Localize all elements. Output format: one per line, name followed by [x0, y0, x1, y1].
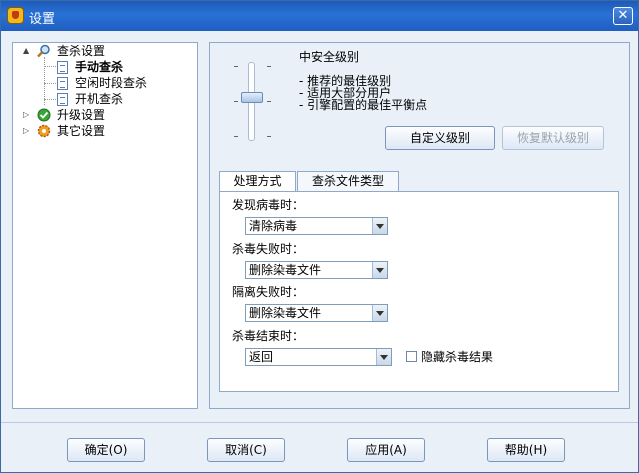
security-level-thumb[interactable]	[241, 92, 263, 103]
found-virus-select[interactable]: 清除病毒	[245, 217, 388, 235]
green-check-icon	[37, 108, 51, 122]
slider-tick	[234, 66, 238, 67]
select-value: 删除染毒文件	[249, 263, 322, 277]
apply-button[interactable]: 应用(A)	[347, 438, 425, 462]
quarantine-fail-select[interactable]: 删除染毒文件	[245, 304, 388, 322]
collapse-icon[interactable]: ▲	[23, 46, 31, 56]
tree-line	[44, 66, 56, 67]
magnifier-icon	[37, 44, 50, 58]
close-button[interactable]: ✕	[613, 7, 633, 25]
select-value: 返回	[249, 350, 274, 364]
custom-level-button[interactable]: 自定义级别	[385, 126, 495, 150]
kill-fail-select[interactable]: 删除染毒文件	[245, 261, 388, 279]
title-bar[interactable]: 设置 ✕	[1, 1, 638, 31]
slider-tick	[234, 136, 238, 137]
hide-result-label: 隐藏杀毒结果	[421, 350, 494, 364]
tab-handling[interactable]: 处理方式	[219, 171, 296, 192]
hide-result-checkbox[interactable]	[406, 351, 417, 362]
kill-fail-label: 杀毒失败时：	[232, 242, 305, 256]
dropdown-arrow-icon[interactable]	[372, 262, 387, 278]
tree-item-label: 开机查杀	[75, 92, 124, 106]
gear-icon	[37, 124, 51, 138]
tree-item-label: 手动查杀	[75, 60, 124, 74]
window-title: 设置	[29, 12, 56, 27]
select-value: 删除染毒文件	[249, 306, 322, 320]
tree-item-label: 查杀设置	[57, 44, 106, 58]
tree-line	[44, 57, 45, 105]
dropdown-arrow-icon[interactable]	[372, 218, 387, 234]
help-button[interactable]: 帮助(H)	[487, 438, 565, 462]
app-shield-icon	[7, 7, 24, 24]
tree-item-label: 其它设置	[57, 124, 106, 138]
restore-default-level-button[interactable]: 恢复默认级别	[502, 126, 604, 150]
scan-end-label: 杀毒结束时：	[232, 329, 305, 343]
found-virus-label: 发现病毒时：	[232, 198, 305, 212]
quarantine-fail-label: 隔离失败时：	[232, 285, 305, 299]
expand-icon[interactable]: ▷	[23, 126, 31, 136]
tree-line	[44, 99, 56, 100]
document-icon	[57, 61, 68, 74]
tree-item-label: 空闲时段查杀	[75, 76, 148, 90]
ok-button[interactable]: 确定(O)	[67, 438, 145, 462]
security-level-bullet: - 引擎配置的最佳平衡点	[299, 98, 428, 112]
dropdown-arrow-icon[interactable]	[372, 305, 387, 321]
settings-window: 设置 ✕ ▲ 查杀设置 手动查杀 空闲时段查杀 开机查杀 ▷ 升级设置 ▷ 其它…	[0, 0, 639, 473]
document-icon	[57, 93, 68, 106]
slider-tick	[267, 101, 271, 102]
tab-scan-file-types[interactable]: 查杀文件类型	[297, 171, 399, 191]
dropdown-arrow-icon[interactable]	[376, 349, 391, 365]
footer-divider	[1, 422, 638, 423]
document-icon	[57, 77, 68, 90]
tree-item-label: 升级设置	[57, 108, 106, 122]
scan-end-select[interactable]: 返回	[245, 348, 392, 366]
tree-line	[44, 83, 56, 84]
select-value: 清除病毒	[249, 219, 298, 233]
security-level-title: 中安全级别	[299, 50, 360, 64]
cancel-button[interactable]: 取消(C)	[207, 438, 285, 462]
slider-tick	[234, 101, 238, 102]
slider-tick	[267, 66, 271, 67]
expand-icon[interactable]: ▷	[23, 110, 31, 120]
slider-tick	[267, 136, 271, 137]
